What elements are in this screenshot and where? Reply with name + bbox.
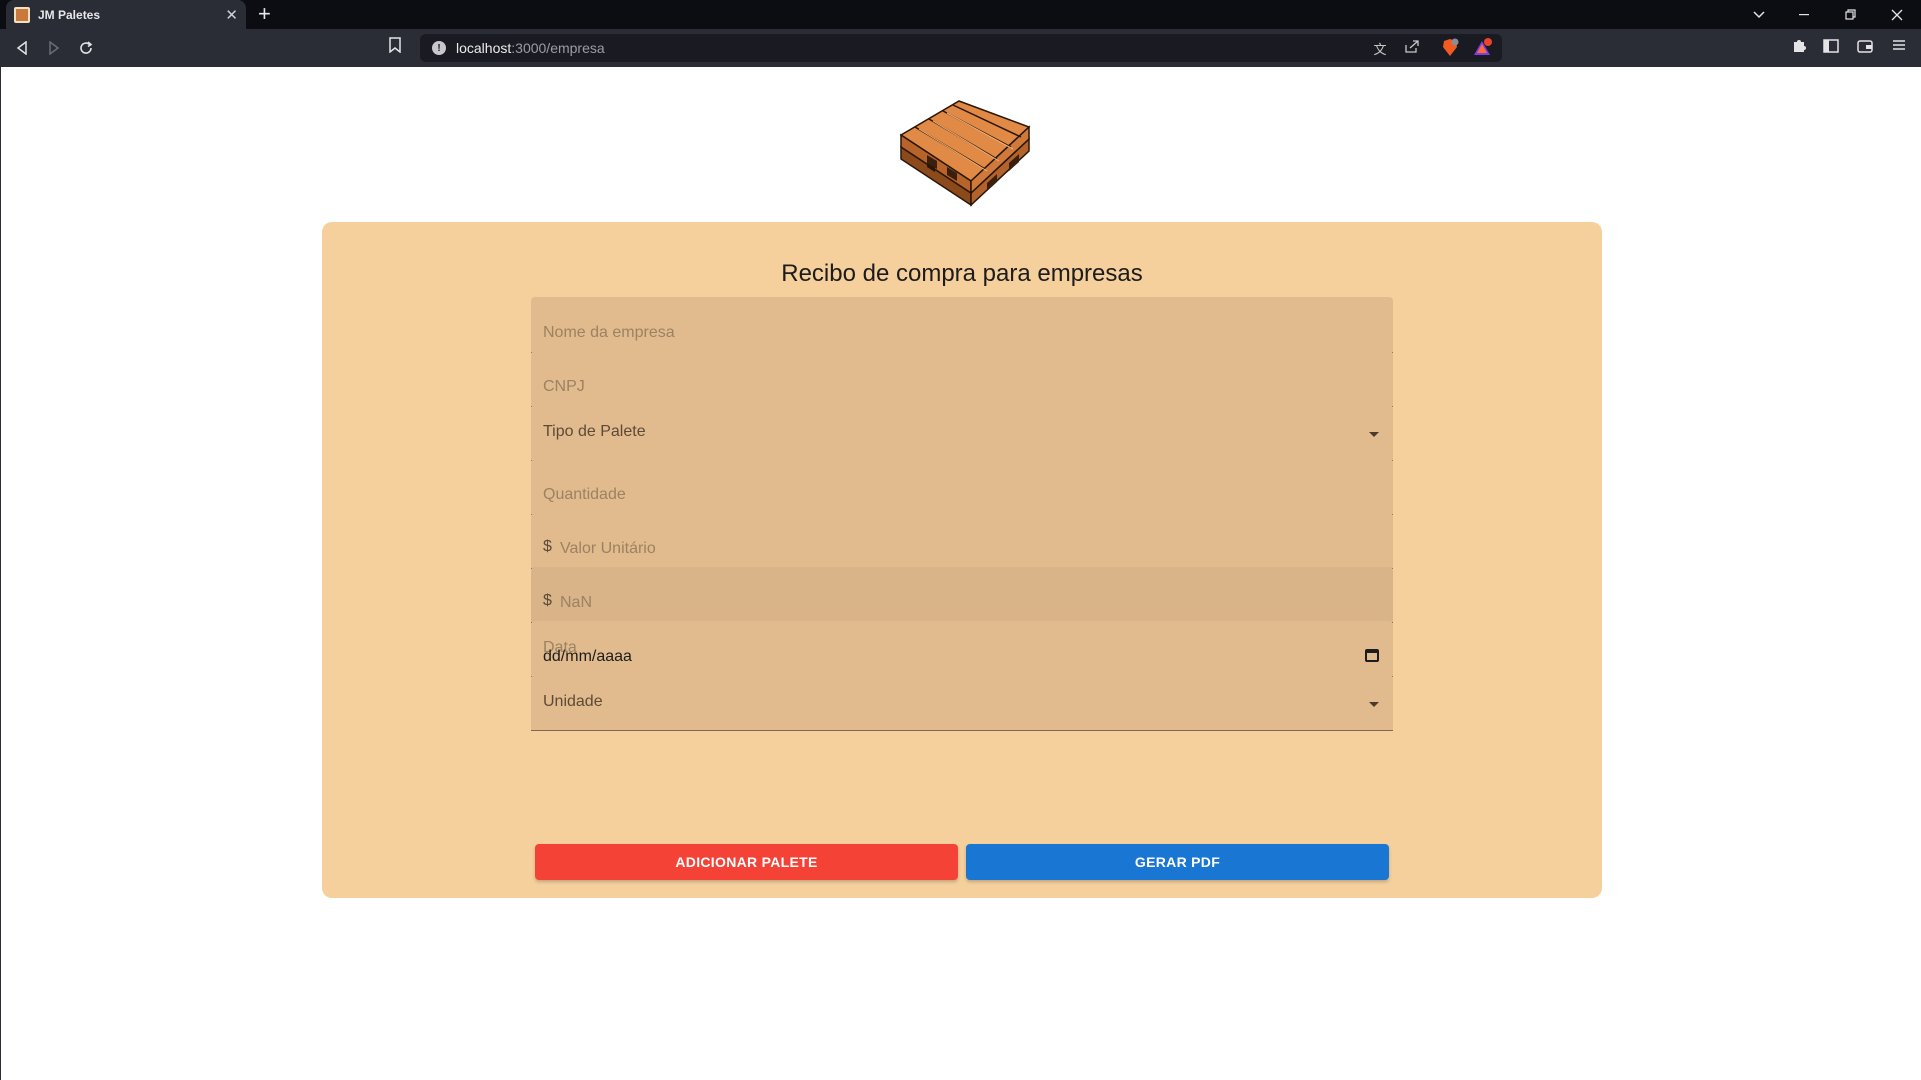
close-window-icon[interactable] — [1874, 0, 1920, 29]
unit-label: Unidade — [543, 693, 603, 710]
tab-search-chevron-icon[interactable] — [1736, 0, 1782, 29]
cnpj-field[interactable]: CNPJ — [531, 351, 1393, 407]
back-icon[interactable] — [10, 36, 34, 60]
share-icon[interactable] — [1402, 39, 1422, 57]
address-bar[interactable]: ! localhost :3000/empresa 文 — [420, 34, 1502, 62]
page-title: Recibo de compra para empresas — [781, 260, 1143, 287]
unit-value-field[interactable]: $ Valor Unitário — [531, 513, 1393, 569]
date-field[interactable]: Data dd/mm/aaaa — [531, 621, 1393, 677]
brave-shields-icon[interactable] — [1440, 38, 1460, 58]
url-path: :3000/empresa — [511, 40, 605, 56]
company-name-field[interactable]: Nome da empresa — [531, 297, 1393, 353]
total-value: NaN — [560, 594, 593, 611]
dropdown-arrow-icon — [1369, 432, 1379, 437]
date-value: dd/mm/aaaa — [543, 648, 632, 665]
total-value-field: $ NaN — [531, 567, 1393, 623]
receipt-form-card: Recibo de compra para empresas Nome da e… — [322, 222, 1602, 898]
new-tab-icon[interactable]: + — [258, 2, 271, 26]
pallet-type-label: Tipo de Palete — [543, 423, 646, 440]
minimize-icon[interactable] — [1782, 0, 1828, 29]
browser-toolbar: ! localhost :3000/empresa 文 — [0, 29, 1921, 67]
tab-favicon-icon — [14, 6, 30, 23]
menu-icon[interactable] — [1889, 38, 1909, 58]
add-pallet-button[interactable]: ADICIONAR PALETE — [535, 844, 958, 880]
sidebar-icon[interactable] — [1821, 38, 1841, 58]
generate-pdf-button[interactable]: GERAR PDF — [966, 844, 1389, 880]
unit-value-placeholder: Valor Unitário — [560, 540, 656, 557]
currency-prefix: $ — [543, 538, 552, 555]
extensions-icon[interactable] — [1789, 38, 1809, 58]
forward-icon[interactable] — [42, 36, 66, 60]
cnpj-placeholder: CNPJ — [543, 378, 585, 395]
quantity-placeholder: Quantidade — [543, 486, 626, 503]
calendar-icon[interactable] — [1365, 649, 1379, 662]
bookmark-icon[interactable] — [388, 37, 408, 59]
tab-title: JM Paletes — [38, 7, 101, 22]
close-tab-icon[interactable]: ✕ — [225, 6, 238, 24]
unit-select[interactable]: Unidade — [531, 675, 1393, 731]
pallet-type-select[interactable]: Tipo de Palete — [531, 405, 1393, 461]
restore-icon[interactable] — [1828, 0, 1874, 29]
browser-tab-bar: JM Paletes ✕ + — [0, 0, 1921, 29]
url-host: localhost — [456, 40, 512, 56]
page-content: Recibo de compra para empresas Nome da e… — [0, 67, 1921, 1080]
currency-prefix: $ — [543, 592, 552, 609]
pallet-logo — [887, 97, 1035, 209]
translate-icon[interactable]: 文 — [1370, 39, 1390, 57]
company-name-placeholder: Nome da empresa — [543, 324, 675, 341]
brave-rewards-icon[interactable] — [1472, 38, 1492, 58]
site-info-icon[interactable]: ! — [432, 41, 446, 55]
reload-icon[interactable] — [74, 36, 98, 60]
quantity-field[interactable]: Quantidade — [531, 459, 1393, 515]
dropdown-arrow-icon — [1369, 702, 1379, 707]
browser-tab[interactable]: JM Paletes ✕ — [6, 0, 246, 29]
wallet-icon[interactable] — [1855, 38, 1875, 58]
